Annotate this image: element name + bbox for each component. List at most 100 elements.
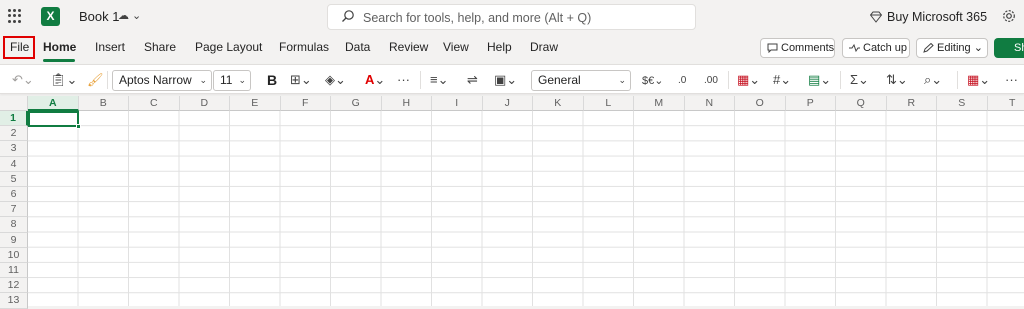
- row-header-7[interactable]: 7: [0, 202, 28, 217]
- column-header-d[interactable]: D: [180, 96, 231, 111]
- tab-insert[interactable]: Insert: [95, 40, 125, 54]
- share-button[interactable]: Sh: [994, 38, 1024, 58]
- tab-share[interactable]: Share: [144, 40, 176, 54]
- column-header-i[interactable]: I: [432, 96, 483, 111]
- wrap-text-icon[interactable]: ⇌: [467, 72, 478, 88]
- font-name-value: Aptos Narrow: [119, 73, 192, 87]
- font-name-dropdown[interactable]: Aptos Narrow ⌄: [112, 70, 212, 91]
- column-header-q[interactable]: Q: [836, 96, 887, 111]
- excel-logo-icon: X: [41, 7, 60, 26]
- catch-up-button[interactable]: Catch up: [842, 38, 910, 58]
- bold-button[interactable]: B: [267, 72, 277, 88]
- merge-cells-icon[interactable]: ▣⌄: [494, 72, 517, 88]
- comments-label: Comments: [781, 42, 834, 54]
- sort-filter-icon[interactable]: ⇅⌄: [886, 72, 908, 88]
- tab-review[interactable]: Review: [389, 40, 428, 54]
- currency-format-icon[interactable]: $€⌄: [642, 74, 663, 87]
- editing-mode-button[interactable]: Editing ⌄: [916, 38, 988, 58]
- column-header-h[interactable]: H: [382, 96, 433, 111]
- decrease-decimal-icon[interactable]: .0: [678, 75, 686, 86]
- tab-data[interactable]: Data: [345, 40, 370, 54]
- column-header-e[interactable]: E: [230, 96, 281, 111]
- column-header-f[interactable]: F: [281, 96, 332, 111]
- toolbar-separator: [107, 71, 108, 89]
- conditional-formatting-icon[interactable]: ▦⌄: [737, 72, 760, 88]
- column-header-b[interactable]: B: [79, 96, 130, 111]
- column-header-l[interactable]: L: [584, 96, 635, 111]
- catch-up-label: Catch up: [863, 42, 907, 54]
- format-as-table-icon[interactable]: #⌄: [773, 72, 791, 88]
- cell-grid[interactable]: [28, 111, 1024, 306]
- settings-gear-icon[interactable]: [1001, 8, 1017, 24]
- select-all-corner[interactable]: [0, 96, 28, 111]
- number-format-dropdown[interactable]: General ⌄: [531, 70, 631, 91]
- column-header-c[interactable]: C: [129, 96, 180, 111]
- autosum-icon[interactable]: Σ⌄: [850, 72, 869, 88]
- row-header-9[interactable]: 9: [0, 233, 28, 248]
- undo-icon[interactable]: ↶⌄: [12, 72, 34, 88]
- font-size-dropdown[interactable]: 11 ⌄: [213, 70, 251, 91]
- tab-help[interactable]: Help: [487, 40, 512, 54]
- row-header-13[interactable]: 13: [0, 293, 28, 308]
- row-header-6[interactable]: 6: [0, 187, 28, 202]
- row-header-2[interactable]: 2: [0, 126, 28, 141]
- column-header-m[interactable]: M: [634, 96, 685, 111]
- find-select-icon[interactable]: ⌕⌄: [924, 72, 942, 88]
- more-options-icon[interactable]: ···: [1005, 72, 1018, 87]
- increase-decimal-icon[interactable]: .00: [704, 75, 718, 86]
- column-header-j[interactable]: J: [483, 96, 534, 111]
- tab-draw[interactable]: Draw: [530, 40, 558, 54]
- spreadsheet-grid: ABCDEFGHIJKLMNOPQRST 12345678910111213: [0, 96, 1024, 306]
- tab-formulas[interactable]: Formulas: [279, 40, 329, 54]
- more-font-options-icon[interactable]: ···: [397, 72, 410, 87]
- row-header-5[interactable]: 5: [0, 172, 28, 187]
- active-cell-a1[interactable]: [28, 111, 79, 127]
- ribbon-tabs: File Home Insert Share Page Layout Formu…: [0, 34, 1024, 62]
- toolbar-separator: [840, 71, 841, 89]
- workbook-title[interactable]: Book 1: [79, 9, 119, 24]
- toolbar-separator: [728, 71, 729, 89]
- row-header-3[interactable]: 3: [0, 141, 28, 156]
- row-header-1[interactable]: 1: [0, 111, 28, 126]
- pulse-icon: [849, 43, 860, 53]
- app-launcher-icon[interactable]: [8, 9, 22, 23]
- column-header-o[interactable]: O: [735, 96, 786, 111]
- row-header-11[interactable]: 11: [0, 263, 28, 278]
- tab-page-layout[interactable]: Page Layout: [195, 40, 262, 54]
- autosave-status-icon[interactable]: ☁ ⌄: [118, 9, 141, 22]
- borders-icon[interactable]: ⊞⌄: [290, 72, 312, 88]
- column-header-r[interactable]: R: [887, 96, 938, 111]
- add-ins-icon[interactable]: ▦⌄: [967, 72, 990, 88]
- tab-home[interactable]: Home: [43, 40, 76, 54]
- cell-styles-icon[interactable]: ▤⌄: [808, 72, 831, 88]
- paste-icon[interactable]: 📋︎⌄: [50, 72, 77, 88]
- buy-microsoft-365-link[interactable]: Buy Microsoft 365: [887, 10, 987, 24]
- editing-label: Editing: [937, 42, 971, 54]
- column-header-p[interactable]: P: [786, 96, 837, 111]
- column-header-k[interactable]: K: [533, 96, 584, 111]
- search-icon: [341, 9, 355, 23]
- chevron-down-icon: ⌄: [618, 71, 626, 90]
- toolbar-separator: [957, 71, 958, 89]
- fill-color-icon[interactable]: ◈⌄: [325, 72, 346, 88]
- row-header-10[interactable]: 10: [0, 248, 28, 263]
- comments-button[interactable]: Comments: [760, 38, 835, 58]
- row-header-12[interactable]: 12: [0, 278, 28, 293]
- row-header-8[interactable]: 8: [0, 217, 28, 232]
- font-size-value: 11: [220, 73, 232, 87]
- title-bar: X Book 1 ☁ ⌄ Search for tools, help, and…: [0, 0, 1024, 34]
- align-icon[interactable]: ≡⌄: [430, 72, 448, 88]
- tab-file[interactable]: File: [10, 40, 29, 54]
- column-header-t[interactable]: T: [988, 96, 1024, 111]
- row-header-4[interactable]: 4: [0, 157, 28, 172]
- chevron-down-icon: ⌄: [238, 71, 246, 90]
- search-box[interactable]: Search for tools, help, and more (Alt + …: [327, 4, 696, 30]
- column-header-a[interactable]: A: [28, 96, 79, 111]
- format-painter-icon[interactable]: 🖌︎: [87, 72, 104, 88]
- font-color-icon[interactable]: A⌄: [365, 72, 385, 88]
- column-header-n[interactable]: N: [685, 96, 736, 111]
- tab-view[interactable]: View: [443, 40, 469, 54]
- column-header-s[interactable]: S: [937, 96, 988, 111]
- column-header-g[interactable]: G: [331, 96, 382, 111]
- active-tab-indicator: [43, 59, 75, 62]
